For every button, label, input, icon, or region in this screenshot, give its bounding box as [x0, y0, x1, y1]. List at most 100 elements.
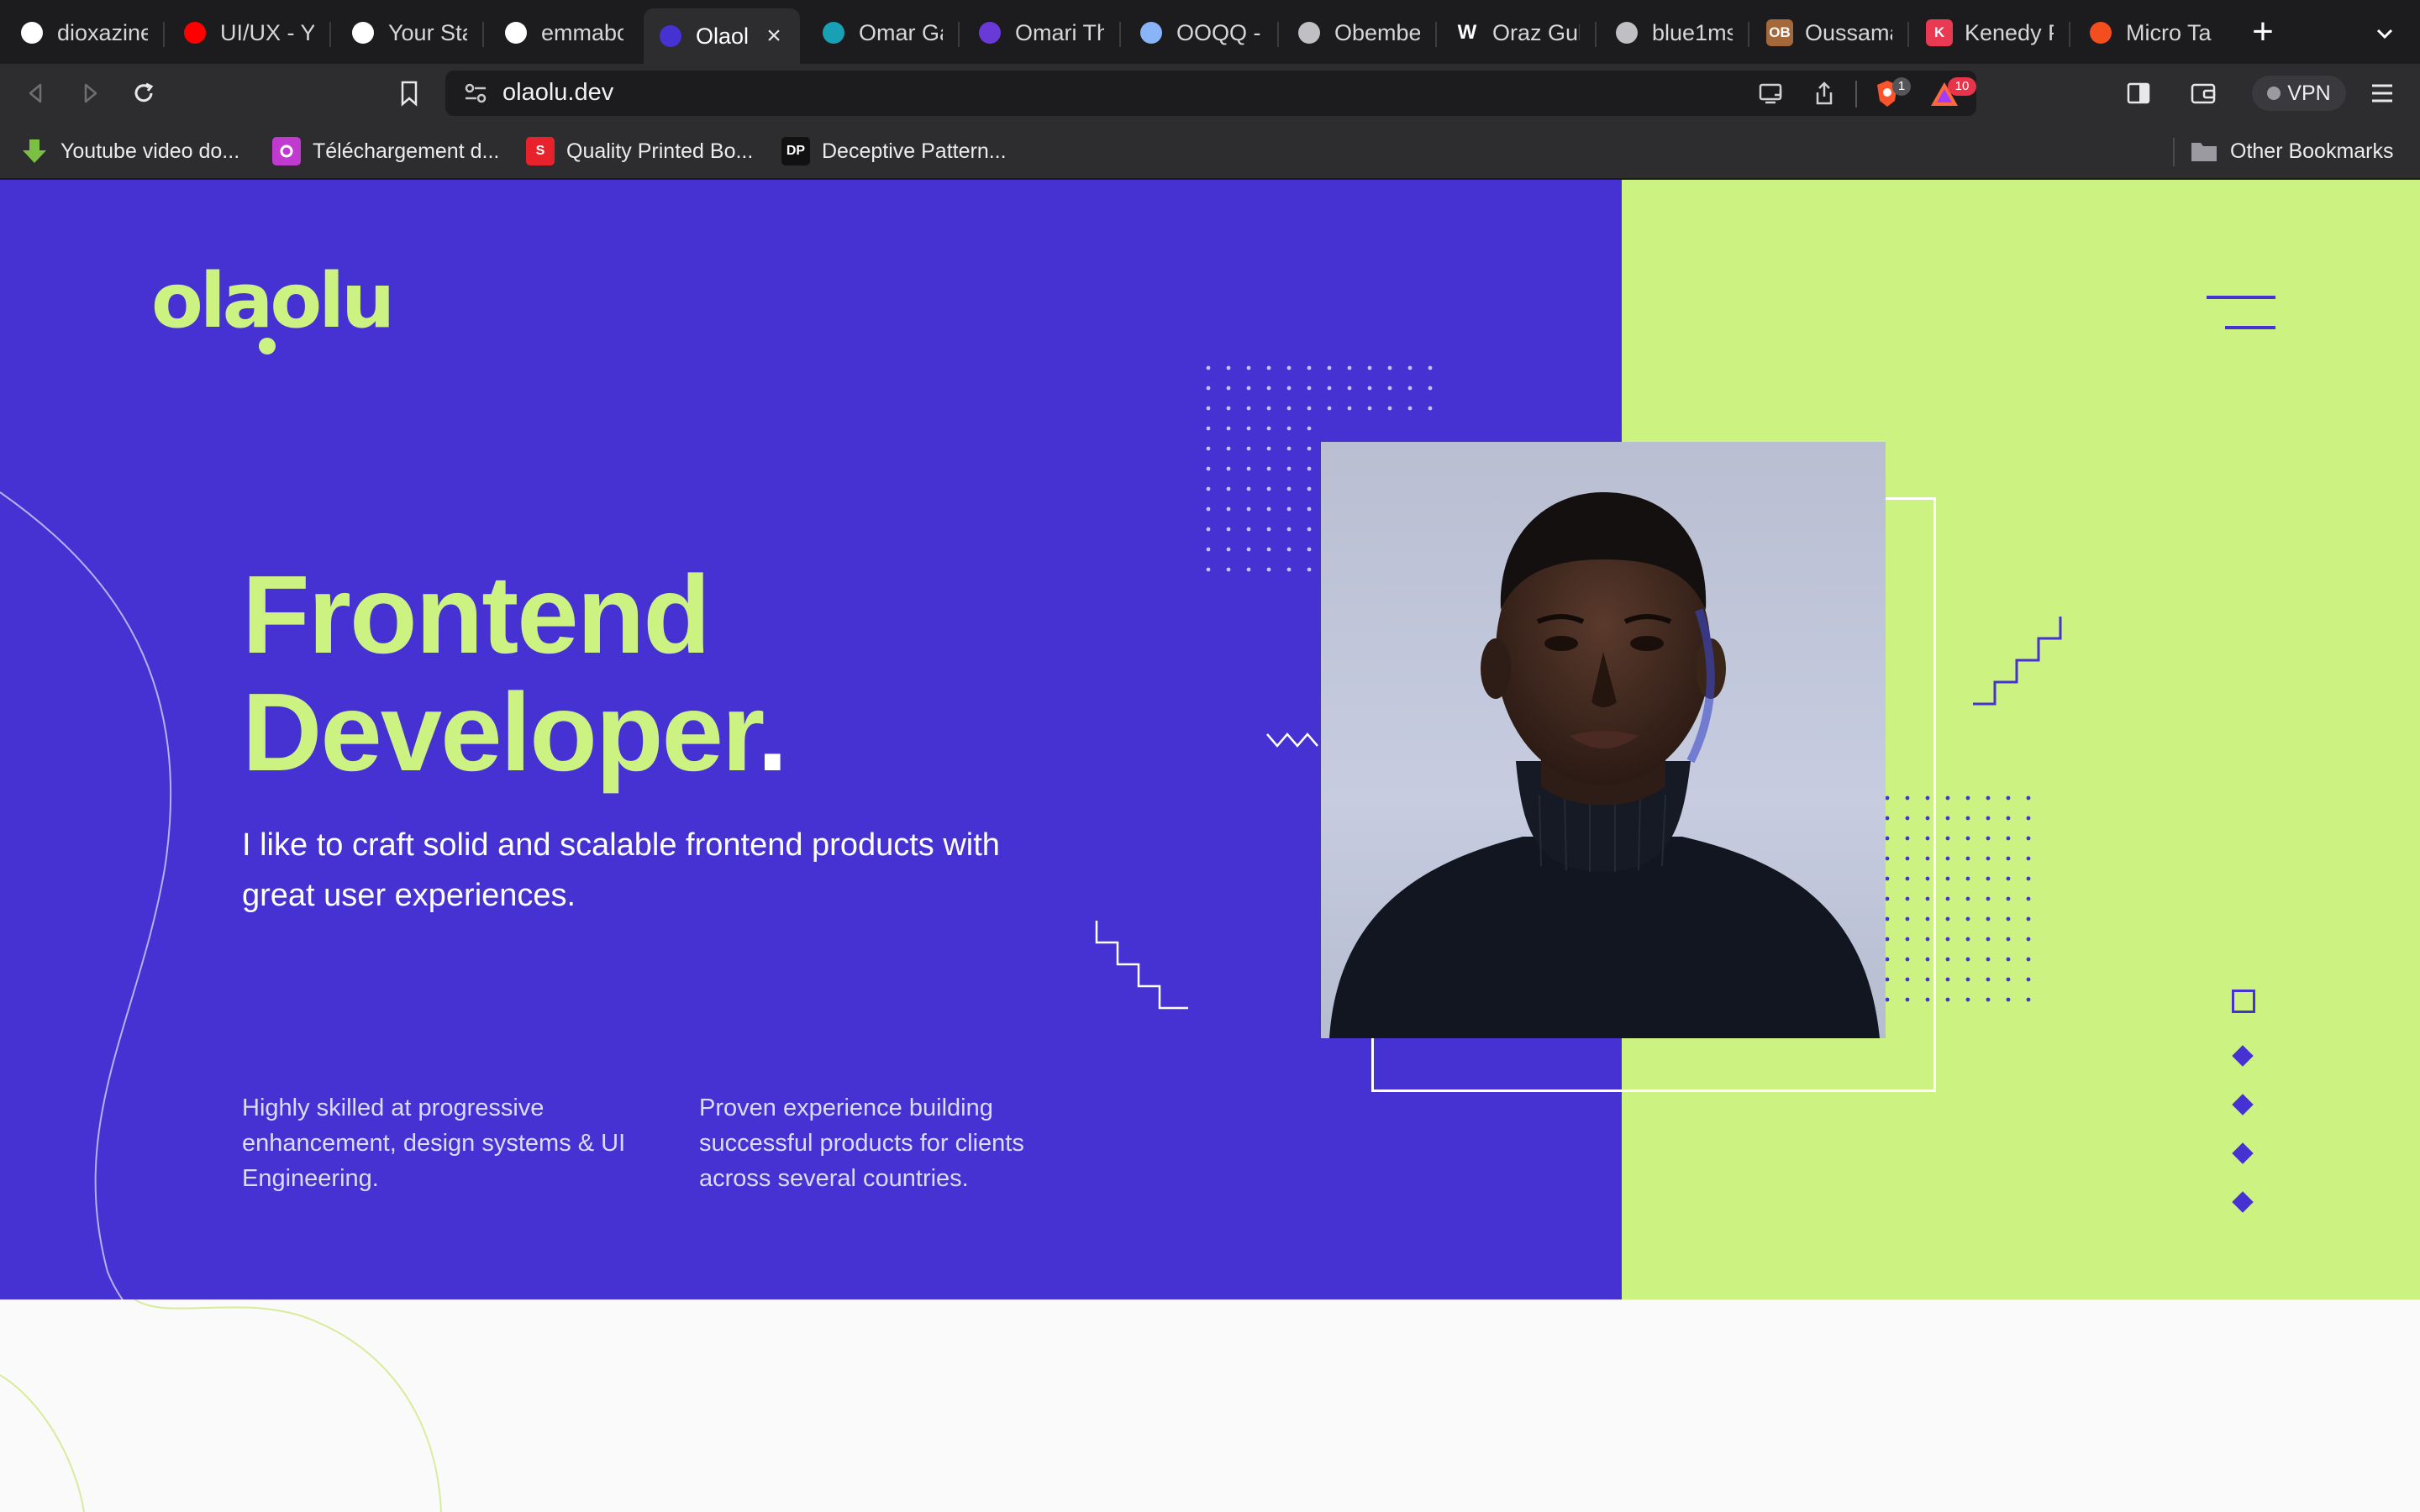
bookmark-label: Téléchargement d...: [313, 139, 500, 163]
tab-label: Kenedy Pe: [1965, 19, 2054, 45]
tab-search-chevron-icon[interactable]: [2371, 20, 2398, 47]
browser-tab[interactable]: Omari Tho: [963, 8, 1118, 57]
address-bar[interactable]: [445, 71, 1976, 116]
bookmark-icon[interactable]: [392, 76, 427, 111]
tab-label: Micro Talk: [2126, 19, 2212, 45]
hero-section: olaolu Frontend Developer. I like to cra…: [0, 180, 2420, 1299]
google-icon: [18, 19, 45, 46]
tab-separator: [1748, 22, 1749, 47]
bookmark-item[interactable]: S Quality Printed Bo...: [526, 134, 753, 168]
headline-line-2: Developer: [242, 670, 759, 794]
bookmark-item[interactable]: Téléchargement d...: [272, 134, 499, 168]
browser-tab[interactable]: Your Stars: [336, 8, 481, 57]
reload-button[interactable]: [126, 76, 161, 111]
tab-label: Oussama: [1805, 19, 1892, 45]
zigzag-decoration: [1266, 732, 1318, 748]
portrait-illustration: [1329, 492, 1880, 1038]
tab-label: dioxazine: [57, 19, 148, 45]
tab-separator: [329, 22, 331, 47]
logo-text: olaolu: [151, 257, 395, 345]
portrait-photo: [1321, 442, 1886, 1038]
shield-count-badge: 1: [1892, 77, 1911, 96]
globe-icon: [1296, 19, 1323, 46]
browser-tab[interactable]: dioxazine: [5, 8, 161, 57]
omar-icon: [820, 19, 847, 46]
tab-separator: [958, 22, 960, 47]
forward-button[interactable]: [72, 76, 108, 111]
k-icon: K: [1926, 19, 1953, 46]
curve-decoration-lower: [0, 1299, 442, 1512]
stairs-decoration: [1095, 921, 1188, 1010]
rewards-count-badge: 10: [1948, 77, 1976, 96]
tab-label: Olaolu: [696, 23, 750, 49]
folder-icon: [2190, 139, 2218, 163]
browser-tab[interactable]: blue1ms: [1600, 8, 1746, 57]
browser-tab[interactable]: emmabos: [489, 8, 637, 57]
logo-pin-dot: [259, 338, 276, 354]
other-bookmarks-label: Other Bookmarks: [2230, 139, 2394, 163]
browser-tab[interactable]: Micro Talk: [2074, 8, 2225, 57]
menu-icon[interactable]: [2207, 294, 2275, 333]
s-logo-icon: S: [526, 137, 555, 165]
tab-label: Omar Gas: [859, 19, 943, 45]
browser-tab[interactable]: Olaolu ×: [644, 8, 800, 64]
browser-tab[interactable]: Omar Gas: [807, 8, 956, 57]
new-tab-button[interactable]: +: [2245, 13, 2281, 50]
stairs-decoration-accent: [1973, 617, 2062, 706]
tab-strip: dioxazine UI/UX - Yo Your Stars emmabos Olao…: [0, 0, 2420, 64]
headline-dot: .: [757, 670, 788, 794]
toolbar-divider: [1855, 81, 1857, 108]
bookmark-item[interactable]: DP Deceptive Pattern...: [781, 134, 1007, 168]
bookmarks-divider: [2173, 138, 2175, 166]
tab-separator: [1595, 22, 1597, 47]
tab-label: Omari Tho: [1015, 19, 1104, 45]
hamburger-menu-icon[interactable]: [2370, 82, 2395, 104]
headline-line-1: Frontend: [242, 553, 711, 676]
wallet-icon[interactable]: [2190, 81, 2217, 106]
square-outline-decoration: [2232, 990, 2255, 1013]
url-text[interactable]: olaolu.dev: [502, 79, 613, 107]
tab-separator: [482, 22, 484, 47]
other-bookmarks-folder[interactable]: Other Bookmarks: [2190, 134, 2394, 168]
browser-tab[interactable]: W Oraz Gulc: [1440, 8, 1593, 57]
tab-separator: [1907, 22, 1909, 47]
hero-headline: Frontend Developer.: [242, 553, 788, 794]
cast-icon[interactable]: [1758, 82, 1785, 106]
tab-separator: [1277, 22, 1279, 47]
tab-separator: [163, 22, 165, 47]
back-button[interactable]: [18, 76, 54, 111]
tab-label: Obembe C: [1334, 19, 1420, 45]
tab-separator: [2069, 22, 2070, 47]
w-icon: W: [1457, 21, 1477, 44]
bookmark-item[interactable]: Youtube video do...: [20, 134, 239, 168]
tab-label: Your Stars: [388, 19, 467, 45]
share-icon[interactable]: [1812, 81, 1836, 106]
browser-tab[interactable]: UI/UX - Yo: [168, 8, 328, 57]
browser-tab[interactable]: Obembe C: [1282, 8, 1434, 57]
vpn-label: VPN: [2287, 81, 2331, 105]
bookmark-label: Quality Printed Bo...: [566, 139, 754, 163]
vpn-button[interactable]: VPN: [2252, 76, 2346, 111]
close-tab-icon[interactable]: ×: [761, 22, 786, 50]
tab-label: Oraz Gulc: [1492, 19, 1580, 45]
diamond-grid-icon: [1138, 19, 1165, 46]
olaolu-icon: [657, 23, 684, 50]
tab-label: UI/UX - Yo: [220, 19, 314, 45]
feature-skills: Highly skilled at progressive enhancemen…: [242, 1095, 626, 1192]
globe-icon: [1613, 19, 1640, 46]
browser-tab[interactable]: OOQQ - J: [1124, 8, 1276, 57]
tab-separator: [1435, 22, 1437, 47]
alien-icon: [976, 19, 1003, 46]
purple-app-icon: [272, 137, 301, 165]
site-logo[interactable]: olaolu: [151, 264, 395, 339]
github-icon: [350, 19, 376, 46]
browser-tab[interactable]: OB Oussama: [1753, 8, 1906, 57]
tab-label: blue1ms: [1652, 19, 1733, 45]
bookmark-label: Deceptive Pattern...: [822, 139, 1007, 163]
github-icon: [502, 19, 529, 46]
sidebar-toggle-icon[interactable]: [2126, 81, 2151, 106]
site-settings-icon[interactable]: [464, 82, 487, 104]
next-section: [0, 1299, 2420, 1512]
browser-tab[interactable]: K Kenedy Pe: [1912, 8, 2067, 57]
tab-separator: [1119, 22, 1121, 47]
